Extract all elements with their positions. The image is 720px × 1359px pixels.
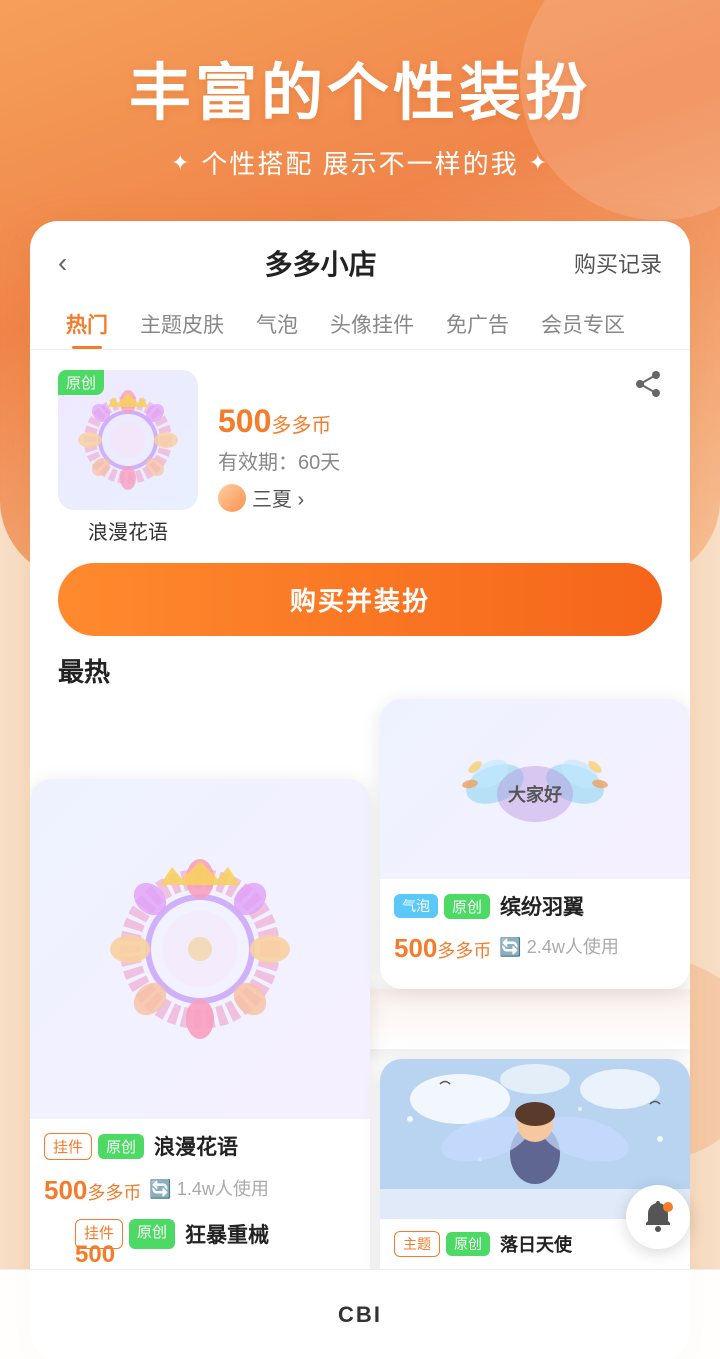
item-users-bubble: 🔄 2.4w人使用: [499, 933, 618, 959]
product-name-below: 浪漫花语: [58, 516, 198, 545]
tag-theme: 主题: [394, 1231, 440, 1257]
share-button[interactable]: [634, 370, 662, 405]
tab-no-ads[interactable]: 免广告: [430, 299, 525, 349]
item-name-anime: 落日天使: [500, 1231, 572, 1257]
mech-price: 500: [75, 1241, 115, 1268]
purchase-record-button[interactable]: 购买记录: [574, 247, 662, 279]
tab-avatar-pendant[interactable]: 头像挂件: [314, 299, 430, 349]
robot-button[interactable]: [626, 1185, 690, 1249]
card-wrapper: ‹ 多多小店 购买记录 热门 主题皮肤 气泡 头像挂件 免广告 会员专区: [30, 221, 690, 1359]
item-tags-frame: 挂件 原创 浪漫花语: [44, 1131, 356, 1161]
hero-section: 丰富的个性装扮 ✦ 个性搭配 展示不一样的我 ✦: [0, 0, 720, 181]
tag-original-frame: 原创: [98, 1134, 144, 1159]
item-users-frame: 🔄 1.4w人使用: [149, 1175, 268, 1201]
buy-button[interactable]: 购买并装扮: [58, 563, 662, 636]
tag-original-anime: 原创: [446, 1232, 490, 1256]
product-image-box: 原创: [58, 370, 198, 510]
back-button[interactable]: ‹: [58, 247, 67, 279]
main-card: ‹ 多多小店 购买记录 热门 主题皮肤 气泡 头像挂件 免广告 会员专区: [30, 221, 690, 1359]
sparkle-right: ✦: [529, 150, 549, 176]
tab-member[interactable]: 会员专区: [525, 299, 641, 349]
item-info-frame: 挂件 原创 浪漫花语 500多多币 🔄 1.4w人使用: [30, 1119, 370, 1218]
item-card-bubble[interactable]: 大家好 气泡 原创 缤纷羽翼 500多多币 🔄 2.4w人使用: [380, 699, 690, 989]
tag-bubble-type: 气泡: [394, 894, 438, 918]
bubble-illustration: 大家好: [460, 729, 610, 849]
hero-subtitle-text: 个性搭配 展示不一样的我: [201, 144, 518, 181]
tabs-row: 热门 主题皮肤 气泡 头像挂件 免广告 会员专区: [30, 299, 690, 350]
item-price-bubble: 500多多币: [394, 933, 491, 964]
shop-title: 多多小店: [265, 243, 377, 283]
section-hot-label: 最热: [30, 636, 690, 689]
bottom-nav: CBI: [0, 1269, 720, 1359]
author-name[interactable]: 三夏 ›: [252, 483, 304, 512]
original-badge: 原创: [58, 370, 104, 395]
robot-icon: [640, 1199, 676, 1235]
item-name-frame: 浪漫花语: [154, 1131, 238, 1161]
product-price-row: 500多多币: [218, 403, 662, 440]
hero-title: 丰富的个性装扮: [0, 60, 720, 128]
product-info: 500多多币 有效期：60天 三夏 ›: [218, 403, 662, 512]
tag-original-bubble: 原创: [444, 894, 490, 919]
frame-illustration: [100, 849, 300, 1049]
hero-subtitle: ✦ 个性搭配 展示不一样的我 ✦: [0, 144, 720, 181]
product-currency: 多多币: [271, 415, 331, 437]
product-price: 500: [218, 403, 271, 439]
svg-text:大家好: 大家好: [508, 784, 562, 805]
product-detail: 原创 浪漫花语 500多多币 有效期：60天 三夏 ›: [30, 350, 690, 545]
tag-original-mech: 原创: [129, 1219, 175, 1249]
tab-hot[interactable]: 热门: [50, 299, 124, 349]
author-avatar: [218, 484, 246, 512]
item-image-frame: [30, 779, 370, 1119]
item-image-bubble: 大家好: [380, 699, 690, 879]
tag-pendant: 挂件: [44, 1133, 92, 1160]
item-price-frame: 500多多币: [44, 1175, 141, 1206]
product-validity: 有效期：60天: [218, 446, 662, 475]
product-frame-image: [73, 385, 183, 495]
item-tags-bubble: 气泡 原创 缤纷羽翼: [394, 891, 676, 921]
mech-price-row: 500: [75, 1241, 115, 1269]
card-header: ‹ 多多小店 购买记录: [30, 221, 690, 299]
nav-label: CBI: [338, 1302, 382, 1328]
product-author-row: 三夏 ›: [218, 483, 662, 512]
item-name-bubble: 缤纷羽翼: [500, 891, 584, 921]
item-name-mech: 狂暴重械: [185, 1219, 269, 1249]
tab-bubble[interactable]: 气泡: [240, 299, 314, 349]
item-info-bubble: 气泡 原创 缤纷羽翼 500多多币 🔄 2.4w人使用: [380, 879, 690, 976]
sparkle-left: ✦: [171, 150, 191, 176]
tab-theme-skin[interactable]: 主题皮肤: [124, 299, 240, 349]
